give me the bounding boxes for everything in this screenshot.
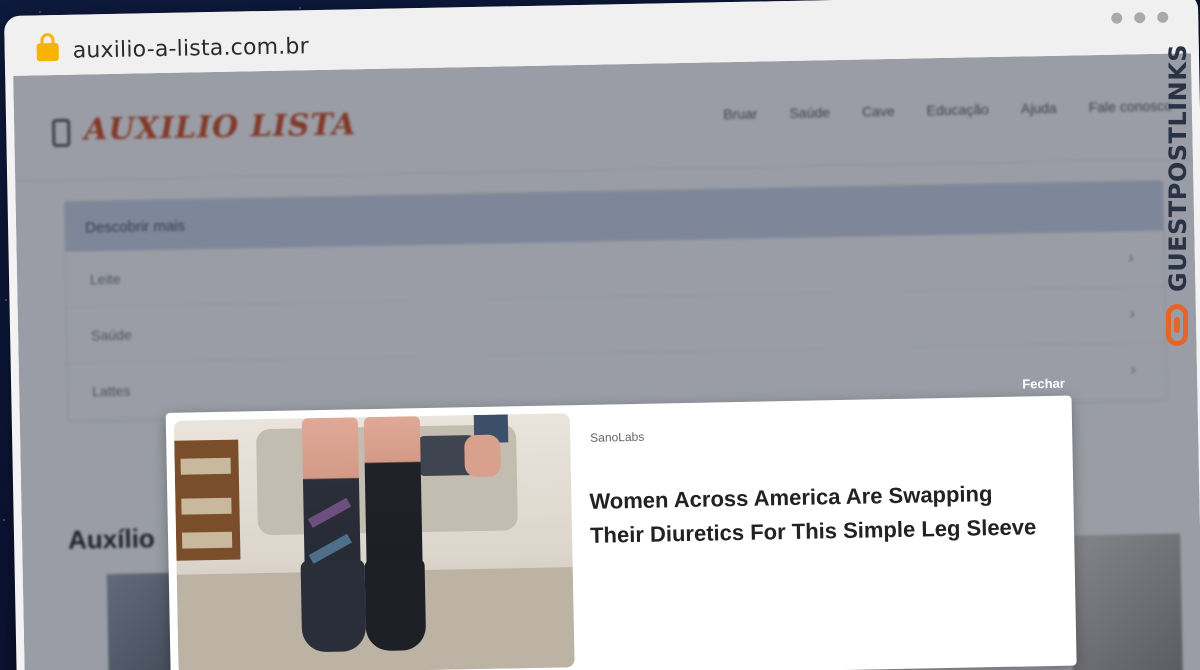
sock bbox=[300, 559, 367, 653]
ad-image[interactable] bbox=[173, 413, 575, 670]
browser-window: auxilio-a-lista.com.br AUXILIO LISTA Bru… bbox=[4, 0, 1200, 670]
leg bbox=[363, 416, 423, 568]
hand bbox=[464, 434, 501, 478]
sock bbox=[364, 558, 427, 652]
bookshelf bbox=[174, 439, 241, 561]
lock-icon bbox=[36, 42, 59, 62]
ad-title[interactable]: Women Across America Are Swapping Their … bbox=[589, 476, 1050, 553]
window-dot bbox=[1134, 12, 1146, 24]
page-viewport: AUXILIO LISTA Bruar Saúde Cave Educação … bbox=[13, 53, 1200, 670]
window-dots-icon bbox=[1111, 11, 1169, 24]
ad-card[interactable]: SanoLabs Women Across America Are Swappi… bbox=[165, 395, 1077, 670]
watermark-text: GUESTPOSTLINKS bbox=[1164, 43, 1192, 292]
guestpostlinks-watermark: GUESTPOSTLINKS bbox=[1158, 44, 1194, 356]
url-text[interactable]: auxilio-a-lista.com.br bbox=[72, 34, 309, 64]
link-icon bbox=[1166, 304, 1188, 346]
ad-source: SanoLabs bbox=[590, 429, 645, 445]
window-dot bbox=[1157, 11, 1169, 23]
close-ad-button[interactable]: Fechar bbox=[1022, 376, 1065, 392]
window-dot bbox=[1111, 12, 1123, 24]
